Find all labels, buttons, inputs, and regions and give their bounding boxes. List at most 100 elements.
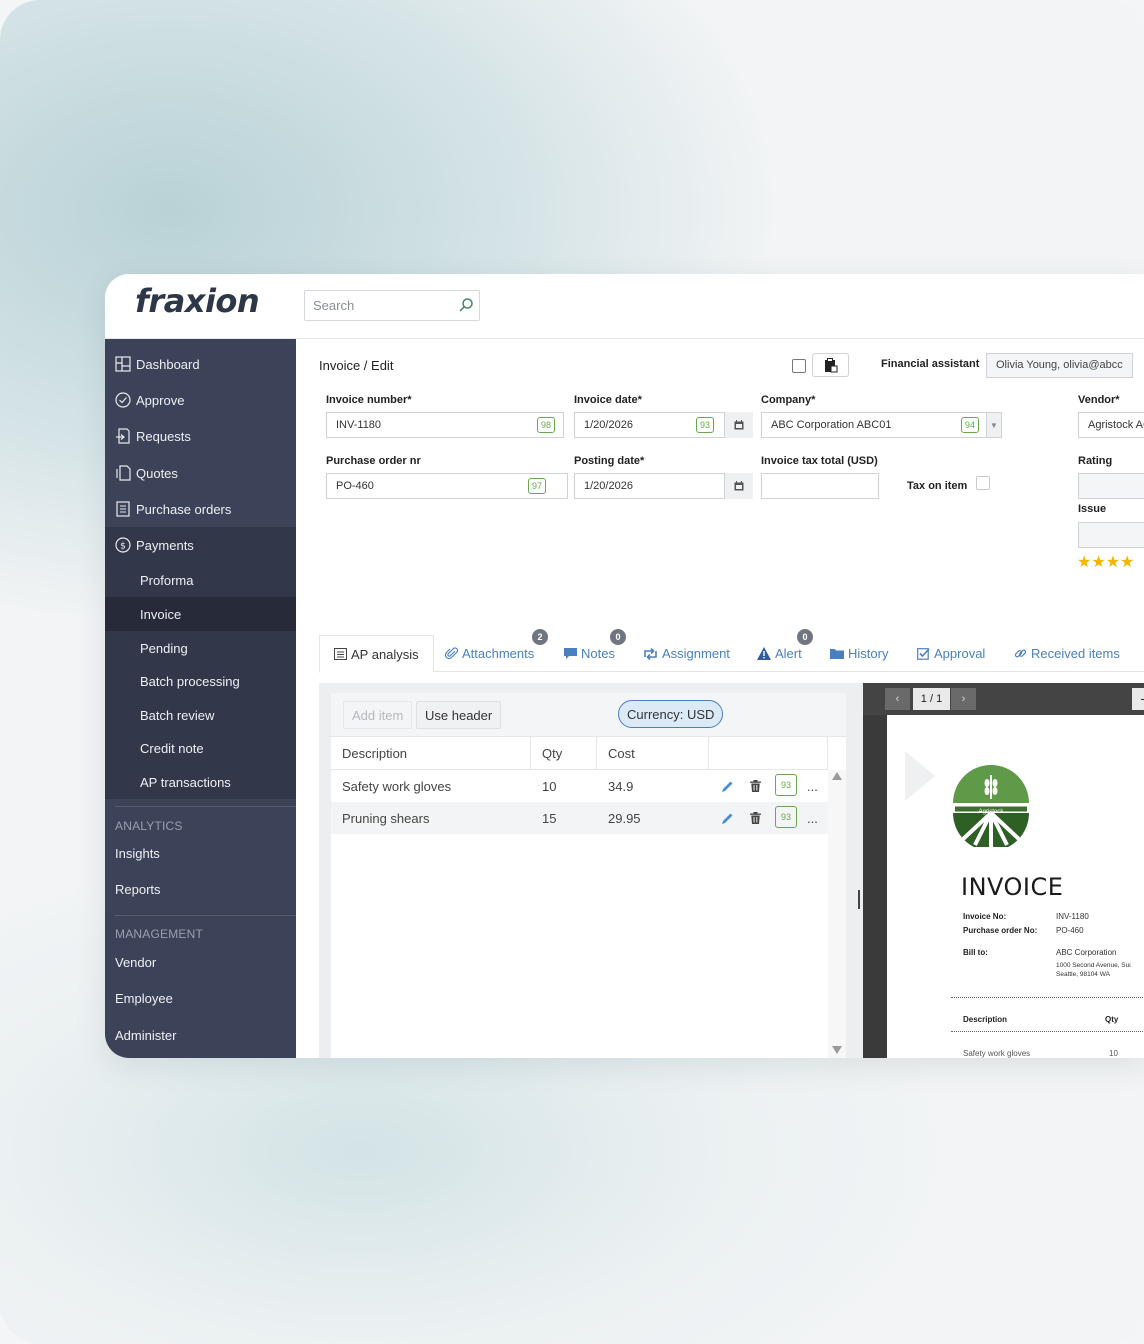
more-button[interactable]: ... [807, 802, 818, 834]
tax-on-item-checkbox[interactable] [976, 476, 990, 490]
sidebar-subitem-credit-note[interactable]: Credit note [105, 731, 296, 765]
confidence-badge: 93 [775, 806, 797, 828]
table-row[interactable]: Pruning shears 15 29.95 93 ... [331, 802, 828, 834]
sidebar-subitem-invoice[interactable]: Invoice [105, 597, 296, 631]
confidence-badge: 94 [961, 417, 979, 433]
sidebar-item-purchase-orders[interactable]: Purchase orders [105, 491, 296, 527]
sidebar-divider [115, 915, 296, 916]
tab-notes[interactable]: Notes 0 [564, 629, 626, 672]
retweet-icon [643, 647, 658, 660]
sidebar-item-vendor[interactable]: Vendor [115, 955, 156, 970]
posting-date-field[interactable]: 1/20/2026 [574, 473, 753, 499]
zoom-out-button[interactable]: − [1132, 688, 1144, 710]
bill-to-label: Bill to: [963, 948, 988, 957]
cell-cost: 29.95 [608, 810, 641, 826]
folder-icon [830, 648, 844, 659]
logo-text: Agristock [978, 809, 1004, 815]
sidebar-item-insights[interactable]: Insights [115, 846, 160, 861]
search-input[interactable] [305, 291, 445, 320]
prev-page-button[interactable]: ‹ [885, 688, 910, 710]
more-button[interactable]: ... [807, 770, 818, 802]
confidence-badge: 98 [537, 417, 555, 433]
invoice-tax-total-label: Invoice tax total (USD) [761, 455, 878, 467]
use-header-button[interactable]: Use header [416, 701, 502, 729]
po-value: PO-460 [1056, 926, 1084, 935]
scroll-down-arrow[interactable] [832, 1046, 842, 1054]
clipboard-button[interactable] [812, 353, 849, 377]
trash-icon[interactable] [750, 770, 761, 802]
rating-field[interactable] [1078, 473, 1144, 499]
issue-field[interactable] [1078, 522, 1144, 548]
sidebar-subitem-ap-transactions[interactable]: AP transactions [105, 765, 296, 799]
sidebar-item-approve[interactable]: Approve [105, 382, 296, 418]
issue-label: Issue [1078, 503, 1107, 515]
sidebar-item-payments[interactable]: $ Payments [105, 527, 296, 563]
calendar-icon [734, 420, 744, 430]
breadcrumb: Invoice / Edit [319, 358, 394, 373]
currency-pill[interactable]: Currency: USD [618, 700, 724, 728]
calendar-button[interactable] [724, 473, 753, 499]
tab-history[interactable]: History [830, 635, 888, 672]
scroll-up-arrow[interactable] [832, 772, 842, 780]
edit-icon[interactable] [721, 802, 734, 834]
vertical-scrollbar[interactable] [828, 770, 846, 1058]
comment-icon [564, 647, 577, 660]
vendor-field[interactable]: Agristock AG [1078, 412, 1144, 438]
tab-approval[interactable]: Approval [917, 635, 985, 672]
add-item-button[interactable]: Add item [343, 701, 413, 729]
doc-divider [951, 1031, 1144, 1032]
table-row[interactable]: Safety work gloves 10 34.9 93 ... [331, 770, 828, 802]
company-select[interactable]: ABC Corporation ABC01 94 ▼ [761, 412, 1002, 438]
page-indicator[interactable]: 1 / 1 [913, 688, 950, 710]
sidebar-item-quotes[interactable]: Quotes [105, 455, 296, 491]
invoice-date-field[interactable]: 1/20/2026 93 [574, 412, 753, 438]
purchase-order-value: PO-460 [336, 480, 374, 492]
next-page-button[interactable]: › [951, 688, 976, 710]
sidebar-subitem-pending[interactable]: Pending [105, 631, 296, 665]
paperclip-icon [445, 647, 458, 660]
column-header-qty[interactable]: Qty [531, 737, 597, 770]
invoice-number-field[interactable]: INV-1180 98 [326, 412, 564, 438]
cell-description: Safety work gloves [342, 778, 452, 794]
trash-icon[interactable] [750, 802, 761, 834]
sidebar-item-reports[interactable]: Reports [115, 882, 161, 897]
header-checkbox[interactable] [792, 359, 806, 373]
tab-received-items[interactable]: Received items [1014, 635, 1120, 672]
tab-ap-analysis[interactable]: AP analysis [319, 635, 434, 673]
logo: fraxion [135, 282, 260, 320]
tab-assignment[interactable]: Assignment [643, 635, 730, 672]
sidebar-subitem-batch-review[interactable]: Batch review [105, 698, 296, 732]
rating-stars[interactable]: ★★★★ [1077, 552, 1134, 572]
checkbox-icon [917, 647, 930, 660]
search-box[interactable] [304, 290, 480, 321]
cell-cost: 34.9 [608, 778, 634, 794]
management-section-label: MANAGEMENT [115, 927, 204, 941]
invoice-tax-total-field[interactable] [761, 473, 879, 499]
chevron-down-icon[interactable]: ▼ [986, 413, 1001, 437]
sidebar-subitem-batch-processing[interactable]: Batch processing [105, 664, 296, 698]
sidebar-item-administer[interactable]: Administer [115, 1028, 176, 1043]
calendar-button[interactable] [724, 412, 753, 438]
sidebar-subitem-proforma[interactable]: Proforma [105, 563, 296, 597]
sidebar-item-dashboard[interactable]: Dashboard [105, 346, 296, 382]
tab-alert[interactable]: Alert 0 [757, 629, 813, 672]
column-header-cost[interactable]: Cost [597, 737, 709, 770]
financial-assistant-field[interactable]: Olivia Young, olivia@abcc [986, 353, 1133, 378]
main-content: Invoice / Edit Financial assistant Olivi… [296, 339, 1144, 1058]
invoice-date-label: Invoice date* [574, 394, 642, 406]
analytics-section-label: ANALYTICS [115, 819, 183, 833]
panel-splitter-handle[interactable] [858, 890, 860, 909]
sidebar-item-requests[interactable]: Requests [105, 418, 296, 454]
sidebar-item-label: Requests [136, 428, 191, 444]
search-icon[interactable] [458, 297, 474, 313]
tab-attachments[interactable]: Attachments 2 [445, 629, 548, 672]
viewer-toolbar: ‹ 1 / 1 › − [863, 683, 1144, 715]
column-header-description[interactable]: Description [331, 737, 531, 770]
purchase-order-field[interactable]: PO-460 97 [326, 473, 568, 499]
edit-icon[interactable] [721, 770, 734, 802]
sidebar-item-employee[interactable]: Employee [115, 991, 173, 1006]
invoice-no-value: INV-1180 [1056, 912, 1089, 921]
quotes-icon [114, 464, 132, 482]
document-viewer: ‹ 1 / 1 › − Agris [863, 683, 1144, 1058]
tax-on-item-label: Tax on item [907, 480, 968, 492]
